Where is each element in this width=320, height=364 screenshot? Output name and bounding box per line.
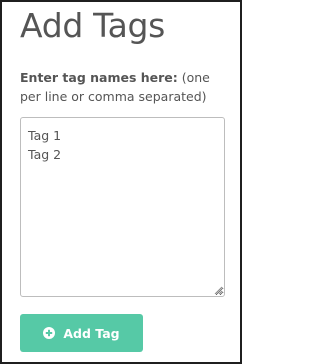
- tag-instructions: Enter tag names here: (one per line or c…: [20, 68, 232, 106]
- dialog-title: Add Tags: [20, 6, 166, 45]
- add-tag-button[interactable]: Add Tag: [20, 314, 143, 352]
- plus-circle-icon: [43, 327, 56, 339]
- add-tags-panel: Add Tags Enter tag names here: (one per …: [0, 0, 242, 364]
- instructions-label: Enter tag names here:: [20, 70, 178, 85]
- add-tag-button-label: Add Tag: [63, 325, 120, 341]
- tag-names-textarea[interactable]: [20, 117, 225, 297]
